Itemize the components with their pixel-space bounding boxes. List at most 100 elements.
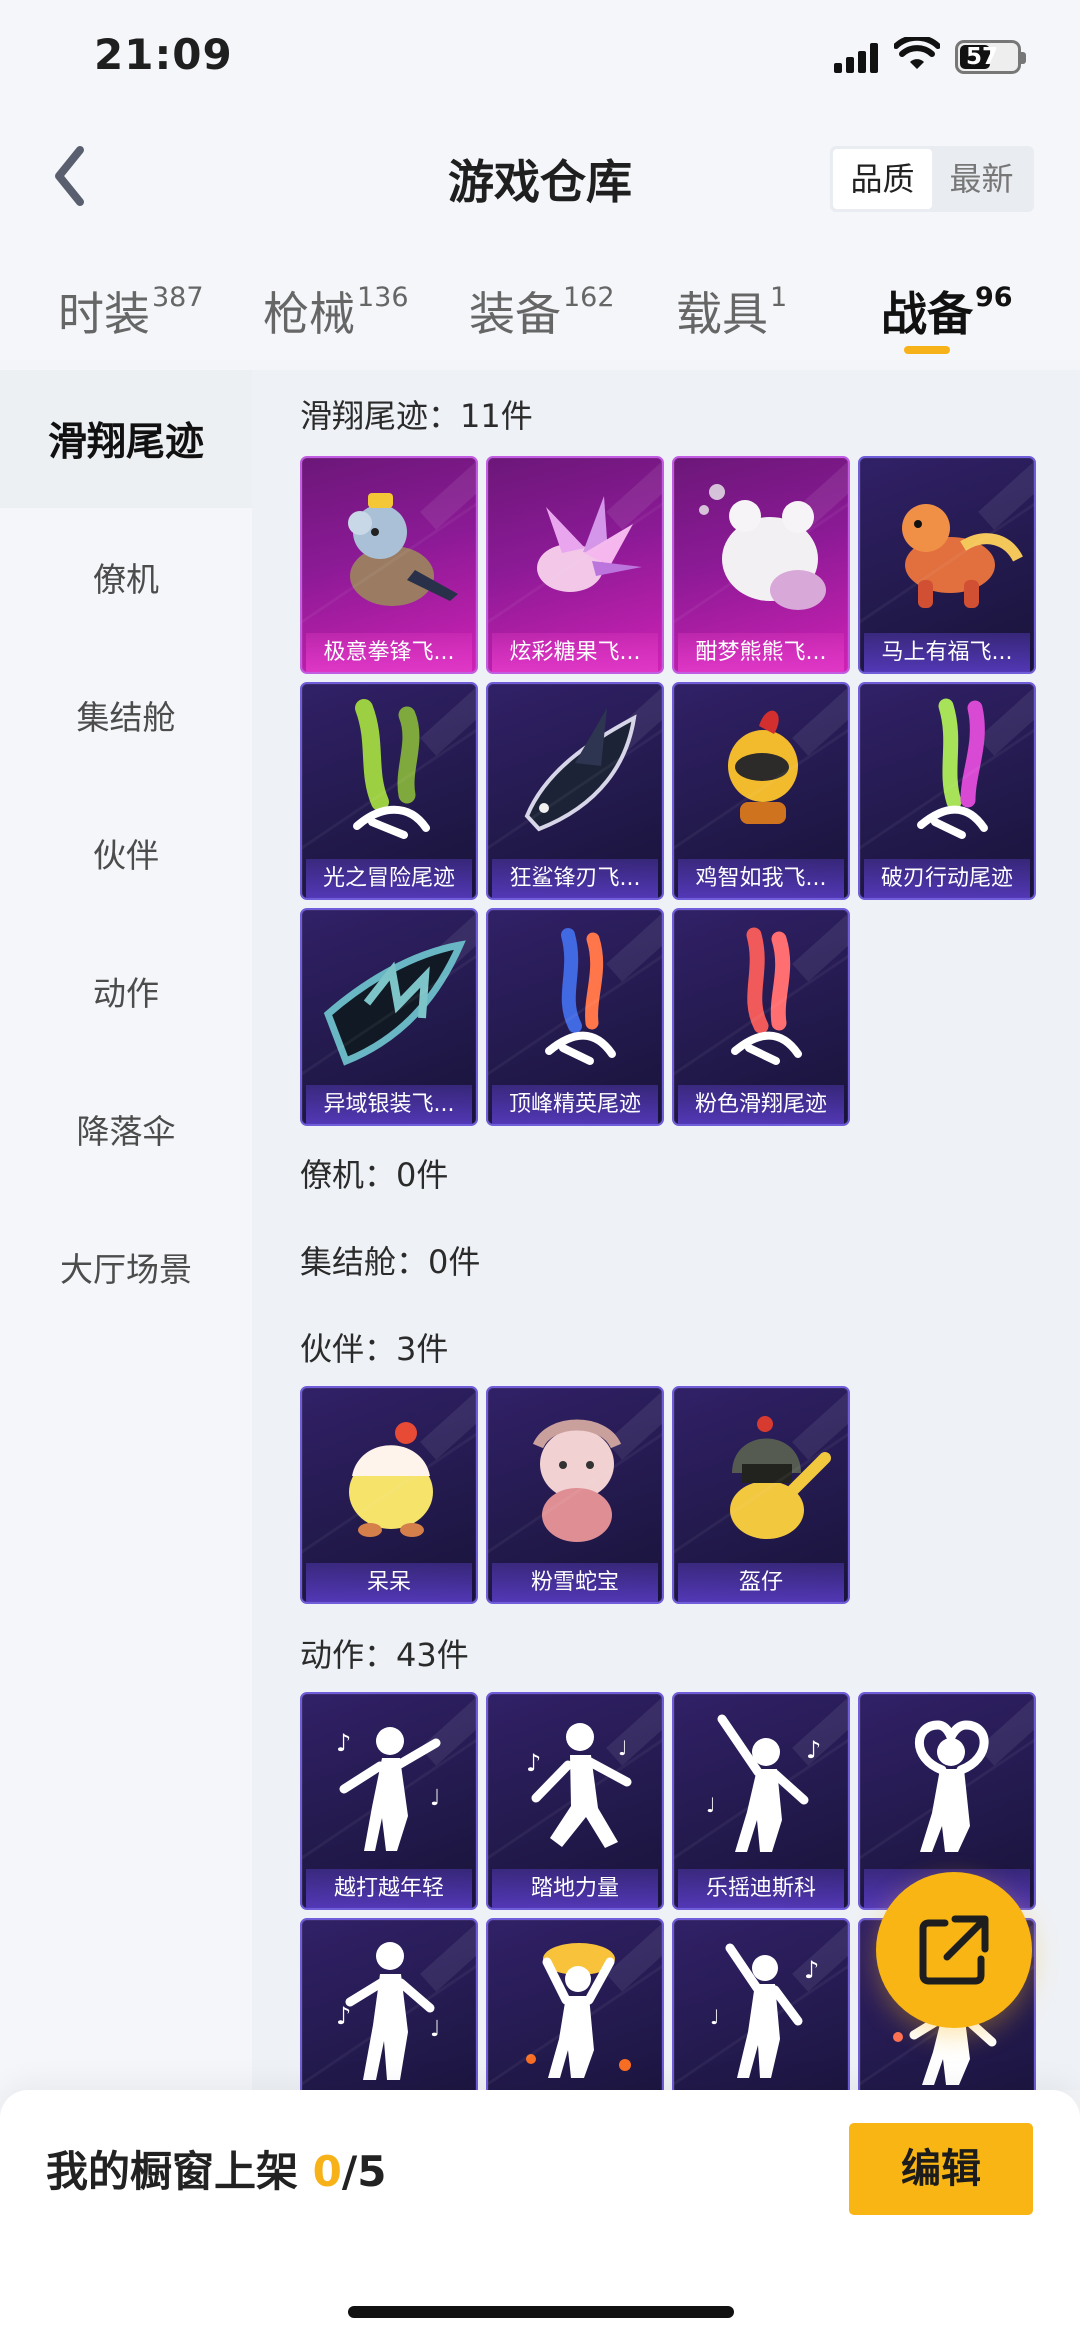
chicken-glider-image (728, 710, 798, 824)
svg-text:♩: ♩ (710, 2005, 719, 2029)
inventory-card[interactable]: ♪ ♩ 乐摇迪斯科 (672, 1692, 850, 1910)
item-name: 呆呆 (306, 1563, 472, 1602)
inventory-card[interactable]: 呆呆 (300, 1386, 478, 1604)
inventory-card[interactable]: 极意拳锋飞... (300, 456, 478, 674)
tab-count: 1 (770, 282, 788, 313)
pink-trail-image (731, 927, 802, 1065)
inventory-card[interactable]: 粉色滑翔尾迹 (672, 908, 850, 1126)
item-name: 粉雪蛇宝 (492, 1563, 658, 1602)
inventory-card[interactable]: ♪ ♩ 越打越年轻 (300, 1692, 478, 1910)
showcase-bar: 我的橱窗上架 0/5 编辑 (0, 2090, 1080, 2339)
status-time: 21:09 (94, 30, 233, 79)
external-link-icon (919, 1915, 989, 1985)
pink-snake-partner-image (532, 1419, 622, 1542)
showcase-current-count: 0 (312, 2147, 342, 2196)
lucky-horse-glider-image (902, 504, 1023, 608)
silver-glider-image (323, 940, 466, 1066)
section-title-emote: 动作：43件 (300, 1636, 469, 1674)
tab-label: 装备 (469, 287, 561, 341)
section-title-glide-trails: 滑翔尾迹：11件 (300, 397, 533, 435)
item-name: 越打越年轻 (306, 1869, 472, 1908)
inventory-card[interactable]: 光之冒险尾迹 (300, 682, 478, 900)
inventory-card[interactable]: 鸡智如我飞... (672, 682, 850, 900)
item-name: 乐摇迪斯科 (678, 1869, 844, 1908)
sidebar-item-lobby-scene[interactable]: 大厅场景 (0, 1198, 252, 1336)
stomp-pose-image: ♪♩ (526, 1723, 632, 1848)
tab-vehicles[interactable]: 载具1 (676, 278, 787, 344)
inventory-card[interactable]: ♪ ♩ 踏地力量 (486, 1692, 664, 1910)
inventory-card[interactable]: 破刃行动尾迹 (858, 682, 1036, 900)
cellular-signal-icon (834, 43, 880, 73)
mascot-glider-image (348, 493, 458, 606)
item-name: 光之冒险尾迹 (306, 859, 472, 898)
share-button[interactable] (876, 1872, 1032, 2028)
sidebar-item-glide-trails[interactable]: 滑翔尾迹 (0, 370, 252, 508)
svg-text:♩: ♩ (430, 1786, 440, 1811)
sort-latest-button[interactable]: 最新 (932, 149, 1031, 209)
item-name: 盔仔 (678, 1563, 844, 1602)
sidebar-item-wingman[interactable]: 僚机 (0, 508, 252, 646)
showcase-title: 我的橱窗上架 (46, 2147, 299, 2196)
svg-text:♪: ♪ (336, 2002, 351, 2030)
green-trail-image (353, 699, 430, 839)
item-name: 异域银装飞... (306, 1085, 472, 1124)
heart-pose-image (914, 1720, 989, 1852)
item-name: 酣梦熊熊飞... (678, 633, 844, 672)
svg-text:♪: ♪ (526, 1749, 541, 1777)
section-title-wingman: 僚机：0件 (300, 1156, 449, 1194)
inventory-content: 滑翔尾迹：11件 极意拳锋飞... 炫彩糖果飞... 酣梦熊熊飞... 马上有福… (252, 370, 1080, 2090)
svg-text:♪: ♪ (336, 1729, 351, 1757)
tab-label: 载具 (676, 287, 768, 341)
inventory-card[interactable]: 马上有福飞... (858, 456, 1036, 674)
sidebar-item-assembly-pod[interactable]: 集结舱 (0, 646, 252, 784)
sort-quality-button[interactable]: 品质 (833, 149, 932, 209)
tab-label: 战备 (881, 287, 973, 341)
category-tabs: 时装387 枪械136 装备162 载具1 战备96 (0, 270, 1080, 360)
item-name: 极意拳锋飞... (306, 633, 472, 672)
sort-toggle[interactable]: 品质 最新 (830, 146, 1034, 212)
showcase-label: 我的橱窗上架 0/5 (46, 2138, 386, 2199)
item-name: 顶峰精英尾迹 (492, 1085, 658, 1124)
golden-emote-image (526, 1943, 631, 2078)
inventory-card[interactable]: ♪ ♩ (672, 1918, 850, 2090)
sleepy-bear-glider-image (699, 484, 826, 610)
wifi-icon (894, 37, 940, 69)
edit-button[interactable]: 编辑 (849, 2123, 1033, 2215)
battery-icon: 57 (955, 40, 1026, 74)
svg-text:♪: ♪ (804, 1956, 819, 1984)
inventory-card[interactable]: 顶峰精英尾迹 (486, 908, 664, 1126)
section-title-partner: 伙伴：3件 (300, 1330, 449, 1368)
tab-count: 162 (563, 282, 615, 313)
inventory-card[interactable]: 狂鲨锋刃飞... (486, 682, 664, 900)
item-name: 马上有福飞... (864, 633, 1030, 672)
tab-weapons[interactable]: 枪械136 (263, 278, 409, 344)
item-name: 炫彩糖果飞... (492, 633, 658, 672)
inventory-card[interactable] (486, 1918, 664, 2090)
tab-fashion[interactable]: 时装387 (58, 278, 204, 344)
tab-battle-prep[interactable]: 战备96 (881, 278, 1013, 344)
inventory-card[interactable]: 粉雪蛇宝 (486, 1386, 664, 1604)
inventory-card[interactable]: 炫彩糖果飞... (486, 456, 664, 674)
item-name: 踏地力量 (492, 1869, 658, 1908)
sidebar-item-partner[interactable]: 伙伴 (0, 784, 252, 922)
svg-text:♩: ♩ (430, 2017, 440, 2042)
chick-partner-image (349, 1422, 433, 1537)
inventory-card[interactable]: 异域银装飞... (300, 908, 478, 1126)
tab-count: 387 (152, 282, 204, 313)
tab-count: 136 (357, 282, 409, 313)
inventory-card[interactable]: 酣梦熊熊飞... (672, 456, 850, 674)
svg-text:♩: ♩ (618, 1736, 627, 1760)
tab-label: 时装 (58, 287, 150, 341)
tab-equipment[interactable]: 装备162 (469, 278, 615, 344)
rainbow-trail-image (917, 698, 988, 839)
sidebar-item-parachute[interactable]: 降落伞 (0, 1060, 252, 1198)
home-indicator[interactable] (348, 2306, 734, 2318)
showcase-total-count: /5 (341, 2147, 387, 2196)
category-sidebar: 滑翔尾迹 僚机 集结舱 伙伴 动作 降落伞 大厅场景 (0, 370, 252, 2090)
disco-pose-image: ♪♩ (706, 1714, 821, 1852)
battery-level: 57 (966, 44, 999, 70)
inventory-card[interactable]: 盔仔 (672, 1386, 850, 1604)
sidebar-item-emote[interactable]: 动作 (0, 922, 252, 1060)
inventory-card[interactable]: ♪ ♩ (300, 1918, 478, 2090)
emote-pose-image: ♪♩ (336, 1942, 440, 2080)
